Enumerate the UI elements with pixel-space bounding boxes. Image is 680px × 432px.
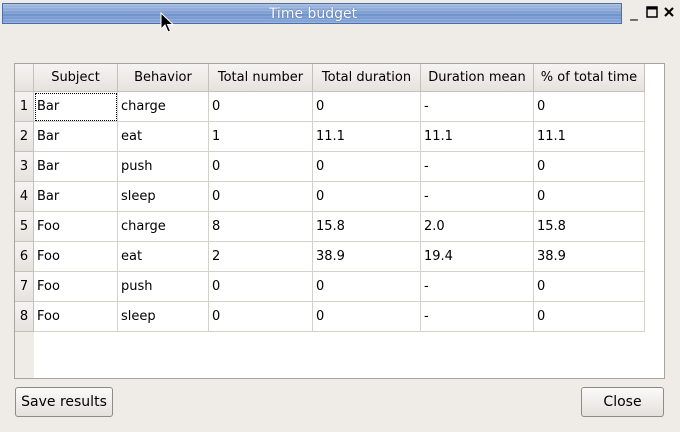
cell-subject[interactable]: Bar bbox=[34, 182, 118, 212]
row-header[interactable]: 5 bbox=[15, 212, 34, 242]
cell-total-duration[interactable]: 0 bbox=[313, 272, 421, 302]
cell-behavior[interactable]: push bbox=[118, 152, 209, 182]
cell-percent-total-time[interactable]: 0 bbox=[534, 182, 645, 212]
cell-total-number[interactable]: 8 bbox=[209, 212, 313, 242]
cell-total-number[interactable]: 0 bbox=[209, 92, 313, 122]
close-window-button[interactable] bbox=[662, 5, 676, 21]
cell-subject[interactable]: Foo bbox=[34, 242, 118, 272]
column-header-behavior[interactable]: Behavior bbox=[118, 64, 209, 92]
column-header-subject[interactable]: Subject bbox=[34, 64, 118, 92]
minimize-icon: _ bbox=[630, 3, 638, 21]
cell-total-number[interactable]: 1 bbox=[209, 122, 313, 152]
cell-total-duration[interactable]: 0 bbox=[313, 92, 421, 122]
row-header[interactable]: 8 bbox=[15, 302, 34, 332]
cell-percent-total-time[interactable]: 15.8 bbox=[534, 212, 645, 242]
time-budget-window: Time budget _ Subject Behavior Total num… bbox=[0, 0, 680, 432]
cell-behavior[interactable]: eat bbox=[118, 242, 209, 272]
cell-duration-mean[interactable]: - bbox=[421, 302, 534, 332]
cell-total-duration[interactable]: 15.8 bbox=[313, 212, 421, 242]
row-header[interactable]: 4 bbox=[15, 182, 34, 212]
cell-behavior[interactable]: eat bbox=[118, 122, 209, 152]
cell-total-number[interactable]: 0 bbox=[209, 272, 313, 302]
cell-total-duration[interactable]: 0 bbox=[313, 182, 421, 212]
results-table[interactable]: Subject Behavior Total number Total dura… bbox=[14, 63, 665, 379]
maximize-icon bbox=[646, 4, 658, 22]
close-icon bbox=[663, 4, 675, 22]
cell-subject[interactable]: Bar bbox=[34, 92, 118, 122]
maximize-button[interactable] bbox=[645, 5, 659, 21]
column-header-total-duration[interactable]: Total duration bbox=[313, 64, 421, 92]
cell-behavior[interactable]: sleep bbox=[118, 302, 209, 332]
cell-total-duration[interactable]: 38.9 bbox=[313, 242, 421, 272]
row-header[interactable]: 6 bbox=[15, 242, 34, 272]
column-header-duration-mean[interactable]: Duration mean bbox=[421, 64, 534, 92]
row-header[interactable]: 7 bbox=[15, 272, 34, 302]
title-bar-fill[interactable]: Time budget bbox=[2, 3, 622, 24]
cell-duration-mean[interactable]: 11.1 bbox=[421, 122, 534, 152]
close-button[interactable]: Close bbox=[581, 387, 664, 417]
minimize-button[interactable]: _ bbox=[627, 5, 641, 21]
cell-subject[interactable]: Bar bbox=[34, 152, 118, 182]
cell-subject[interactable]: Bar bbox=[34, 122, 118, 152]
cell-behavior[interactable]: charge bbox=[118, 92, 209, 122]
cell-percent-total-time[interactable]: 0 bbox=[534, 92, 645, 122]
cell-duration-mean[interactable]: - bbox=[421, 272, 534, 302]
title-bar[interactable]: Time budget _ bbox=[0, 0, 680, 27]
cell-percent-total-time[interactable]: 0 bbox=[534, 152, 645, 182]
cell-behavior[interactable]: charge bbox=[118, 212, 209, 242]
cell-total-duration[interactable]: 0 bbox=[313, 302, 421, 332]
cell-subject[interactable]: Foo bbox=[34, 302, 118, 332]
save-results-button[interactable]: Save results bbox=[15, 387, 113, 417]
cell-duration-mean[interactable]: - bbox=[421, 92, 534, 122]
cell-percent-total-time[interactable]: 11.1 bbox=[534, 122, 645, 152]
table-corner-button[interactable] bbox=[15, 64, 34, 92]
cell-duration-mean[interactable]: - bbox=[421, 182, 534, 212]
cell-total-number[interactable]: 0 bbox=[209, 302, 313, 332]
row-header[interactable]: 1 bbox=[15, 92, 34, 122]
row-header[interactable]: 3 bbox=[15, 152, 34, 182]
cell-total-number[interactable]: 0 bbox=[209, 182, 313, 212]
cell-total-number[interactable]: 2 bbox=[209, 242, 313, 272]
mouse-cursor-icon bbox=[160, 12, 175, 33]
cell-duration-mean[interactable]: 19.4 bbox=[421, 242, 534, 272]
column-header-percent-total-time[interactable]: % of total time bbox=[534, 64, 645, 92]
cell-percent-total-time[interactable]: 38.9 bbox=[534, 242, 645, 272]
cell-subject[interactable]: Foo bbox=[34, 212, 118, 242]
cell-behavior[interactable]: push bbox=[118, 272, 209, 302]
cell-duration-mean[interactable]: 2.0 bbox=[421, 212, 534, 242]
cell-percent-total-time[interactable]: 0 bbox=[534, 272, 645, 302]
column-header-total-number[interactable]: Total number bbox=[209, 64, 313, 92]
cell-duration-mean[interactable]: - bbox=[421, 152, 534, 182]
cell-behavior[interactable]: sleep bbox=[118, 182, 209, 212]
cell-total-duration[interactable]: 11.1 bbox=[313, 122, 421, 152]
cell-subject[interactable]: Foo bbox=[34, 272, 118, 302]
window-title: Time budget bbox=[268, 6, 358, 22]
cell-percent-total-time[interactable]: 0 bbox=[534, 302, 645, 332]
cell-total-number[interactable]: 0 bbox=[209, 152, 313, 182]
cell-total-duration[interactable]: 0 bbox=[313, 152, 421, 182]
row-header[interactable]: 2 bbox=[15, 122, 34, 152]
